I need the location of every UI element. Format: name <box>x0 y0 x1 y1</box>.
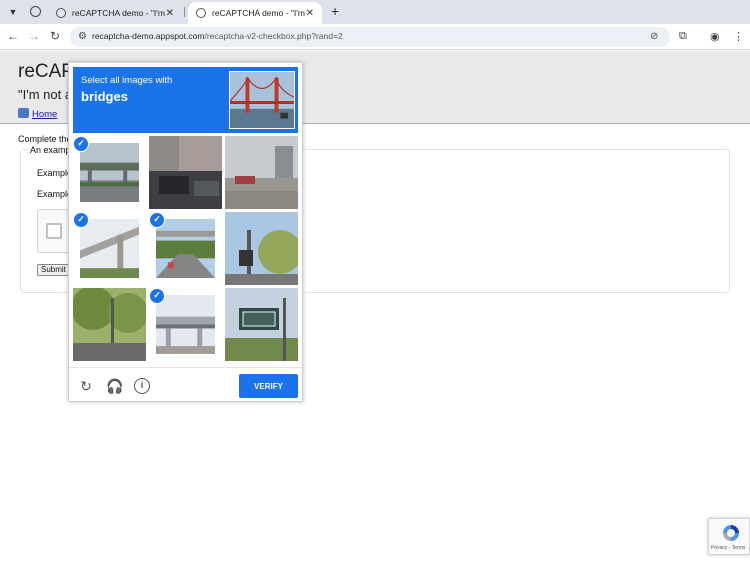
reload-icon[interactable]: ↻ <box>48 29 62 43</box>
grid-tile[interactable] <box>149 136 222 209</box>
info-icon[interactable]: i <box>134 378 150 394</box>
tab-separator <box>184 7 185 17</box>
grid-tile[interactable] <box>73 288 146 361</box>
profile-icon[interactable]: ◉ <box>710 30 720 43</box>
reload-icon[interactable]: ↻ <box>78 378 94 394</box>
url-path: /recaptcha-v2-checkbox.php?rand=2 <box>204 31 343 41</box>
address-bar[interactable]: ⚙ recaptcha-demo.appspot.com/recaptcha-v… <box>70 27 670 47</box>
globe-icon <box>30 6 41 17</box>
grid-tile[interactable] <box>225 288 298 361</box>
submit-button[interactable]: Submit <box>37 264 71 276</box>
browser-toolbar: ← → ↻ ⚙ recaptcha-demo.appspot.com/recap… <box>0 24 750 50</box>
tune-icon[interactable]: ⚙ <box>78 31 87 42</box>
globe-icon <box>56 8 66 18</box>
headphones-icon[interactable]: 🎧 <box>106 378 123 394</box>
chevron-down-icon[interactable]: ▼ <box>6 5 20 19</box>
check-icon: ✓ <box>149 288 165 304</box>
url-text[interactable]: recaptcha-demo.appspot.com/recaptcha-v2-… <box>92 31 343 41</box>
home-link[interactable]: Home <box>18 108 57 120</box>
grid-tile[interactable]: ✓ <box>73 212 146 285</box>
kebab-icon[interactable]: ⋮ <box>733 30 744 43</box>
challenge-header: Select all images with bridges <box>73 67 298 133</box>
grid-tile[interactable]: ✓ <box>73 136 146 209</box>
grid-tile[interactable] <box>225 212 298 285</box>
home-icon <box>18 108 29 118</box>
back-arrow-icon[interactable]: ← <box>6 29 20 43</box>
eye-off-icon[interactable]: ⊘ <box>650 31 658 42</box>
challenge-footer: ↻ 🎧 i VERIFY <box>69 367 302 402</box>
globe-icon <box>196 8 206 18</box>
check-icon: ✓ <box>73 136 89 152</box>
recaptcha-challenge: Select all images with bridges ✓ ✓ ✓ ✓ ↻… <box>68 62 303 402</box>
tab-bar: ▼ reCAPTCHA demo - "I'm not a robot" ✕ r… <box>0 0 750 24</box>
tab-recaptcha-2[interactable]: reCAPTCHA demo - "I'm not a robot" ✕ <box>188 2 322 24</box>
grid-tile[interactable]: ✓ <box>149 288 222 361</box>
recaptcha-checkbox[interactable] <box>46 223 62 239</box>
grid-tile[interactable] <box>225 136 298 209</box>
challenge-prompt: Select all images with <box>81 75 173 86</box>
challenge-keyword: bridges <box>81 89 128 104</box>
grid-tile[interactable]: ✓ <box>149 212 222 285</box>
forward-arrow-icon[interactable]: → <box>27 29 41 43</box>
image-grid: ✓ ✓ ✓ ✓ <box>73 136 299 362</box>
tab-recaptcha-1[interactable]: reCAPTCHA demo - "I'm not a robot" ✕ <box>48 2 182 24</box>
check-icon: ✓ <box>73 212 89 228</box>
close-icon[interactable]: ✕ <box>166 8 174 19</box>
url-host: recaptcha-demo.appspot.com <box>92 31 205 41</box>
recaptcha-logo-icon <box>723 525 739 541</box>
recaptcha-badge[interactable]: Privacy - Terms <box>708 518 750 555</box>
close-icon[interactable]: ✕ <box>306 8 314 19</box>
new-tab-button[interactable]: + <box>331 3 339 19</box>
puzzle-icon[interactable]: ⧉ <box>679 30 687 43</box>
tab-title: reCAPTCHA demo - "I'm not a robot" <box>72 8 166 18</box>
verify-button[interactable]: VERIFY <box>239 374 298 398</box>
badge-links[interactable]: Privacy - Terms <box>711 545 745 551</box>
tab-title: reCAPTCHA demo - "I'm not a robot" <box>212 8 306 18</box>
home-link-label: Home <box>32 109 58 120</box>
check-icon: ✓ <box>149 212 165 228</box>
sample-image <box>229 71 295 129</box>
